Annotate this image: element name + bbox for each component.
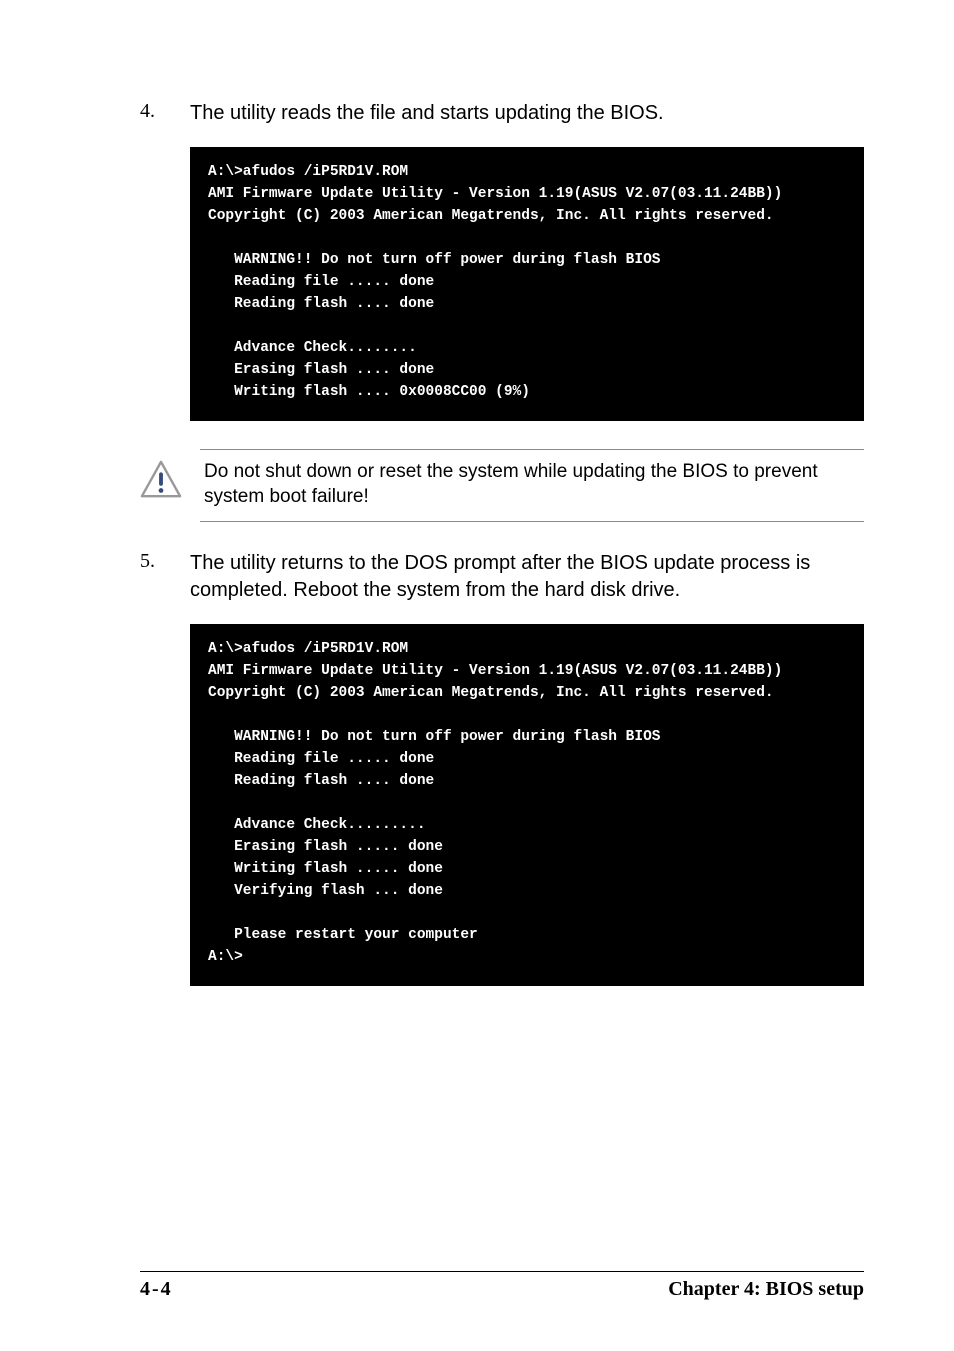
step-text: The utility returns to the DOS prompt af…: [190, 550, 864, 604]
step-number: 4.: [140, 100, 170, 127]
warning-note: Do not shut down or reset the system whi…: [140, 449, 864, 522]
page-number: 4-4: [140, 1278, 173, 1301]
page-footer: 4-4 Chapter 4: BIOS setup: [140, 1271, 864, 1301]
step-text: The utility reads the file and starts up…: [190, 100, 864, 127]
step-4: 4. The utility reads the file and starts…: [140, 100, 864, 127]
terminal-output-1: A:\>afudos /iP5RD1V.ROM AMI Firmware Upd…: [190, 147, 864, 421]
note-text: Do not shut down or reset the system whi…: [200, 449, 864, 522]
caution-icon: [140, 449, 182, 501]
step-number: 5.: [140, 550, 170, 604]
chapter-title: Chapter 4: BIOS setup: [668, 1278, 864, 1301]
step-5: 5. The utility returns to the DOS prompt…: [140, 550, 864, 604]
page-content: 4. The utility reads the file and starts…: [0, 0, 954, 1280]
terminal-output-2: A:\>afudos /iP5RD1V.ROM AMI Firmware Upd…: [190, 624, 864, 986]
